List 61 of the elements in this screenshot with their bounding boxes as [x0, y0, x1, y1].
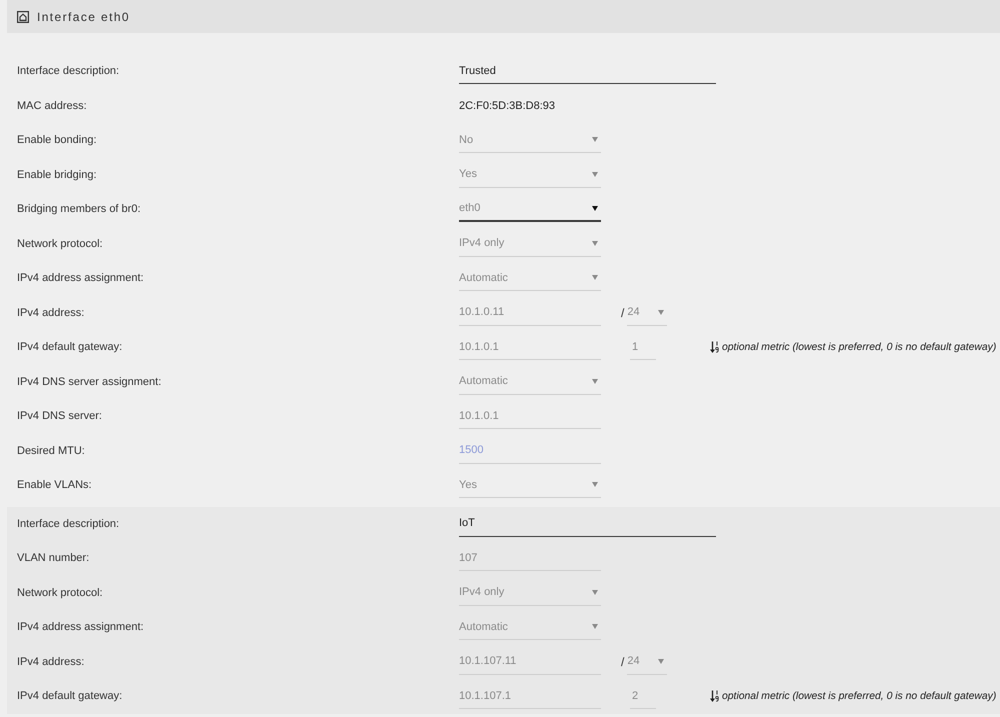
sort-numeric-icon	[710, 690, 719, 702]
prefix-dropdown[interactable]: 24	[627, 648, 668, 675]
input-field[interactable]: 10.1.0.1	[459, 334, 601, 360]
prefix-dropdown[interactable]: 24	[627, 300, 668, 326]
hint-text: optional metric (lowest is preferred, 0 is no default gateway)	[722, 342, 996, 353]
field-label: IPv4 address assignment:	[17, 621, 145, 634]
panel-title: Interface eth0	[37, 10, 130, 24]
dropdown[interactable]: IPv4 only	[459, 230, 601, 257]
input-field[interactable]: 10.1.0.11	[459, 300, 601, 326]
input-field[interactable]: 10.1.0.1	[459, 403, 601, 430]
field-label: Interface description:	[17, 65, 120, 78]
dropdown[interactable]: No	[459, 127, 601, 154]
metric-input[interactable]: 2	[630, 683, 656, 710]
field-label: Enable bonding:	[17, 134, 98, 146]
caret-icon	[658, 658, 664, 664]
dropdown[interactable]: Automatic	[459, 614, 601, 640]
dropdown[interactable]: Yes	[459, 162, 601, 188]
field-label: IPv4 address:	[17, 306, 86, 319]
text-input[interactable]: Trusted	[459, 58, 716, 84]
field-label: VLAN number:	[17, 552, 90, 564]
separator-text: /	[621, 654, 624, 669]
field-label: Enable bridging:	[17, 168, 98, 181]
sort-numeric-icon	[710, 341, 719, 354]
caret-icon	[592, 624, 598, 630]
dropdown[interactable]: Yes	[459, 472, 601, 498]
caret-icon	[592, 378, 598, 384]
ethernet-port-icon	[17, 10, 29, 22]
dropdown[interactable]: eth0	[459, 196, 601, 222]
separator-text: /	[621, 306, 624, 320]
input-field[interactable]: 10.1.107.1	[459, 683, 601, 710]
field-label: Interface description:	[17, 518, 120, 530]
field-label: IPv4 address assignment:	[17, 272, 145, 284]
field-label: Network protocol:	[17, 238, 104, 250]
field-label: Enable VLANs:	[17, 479, 93, 492]
caret-icon	[592, 172, 598, 177]
input-field[interactable]: 107	[459, 545, 601, 572]
hint-text: optional metric (lowest is preferred, 0 is no default gateway)	[722, 690, 996, 702]
value-text: 2C:F0:5D:3B:D8:93	[459, 100, 555, 112]
field-label: Bridging members of br0:	[17, 203, 142, 216]
caret-icon	[592, 137, 598, 142]
caret-icon	[592, 590, 598, 595]
field-label: Network protocol:	[17, 586, 104, 599]
field-label: IPv4 DNS server assignment:	[17, 376, 162, 388]
field-label: IPv4 DNS server:	[17, 410, 103, 422]
dropdown[interactable]: Automatic	[459, 368, 601, 395]
dropdown[interactable]: Automatic	[459, 265, 601, 292]
dropdown[interactable]: IPv4 only	[459, 580, 601, 606]
caret-icon	[592, 482, 598, 488]
field-label: IPv4 default gateway:	[17, 690, 124, 702]
caret-icon	[592, 206, 598, 211]
caret-icon	[658, 310, 664, 315]
caret-icon	[592, 275, 598, 280]
field-label: IPv4 default gateway:	[17, 341, 124, 354]
field-label: MAC address:	[17, 100, 88, 112]
field-label: Desired MTU:	[17, 444, 86, 457]
input-field[interactable]: 1500	[459, 438, 601, 464]
metric-input[interactable]: 1	[630, 334, 656, 360]
text-input[interactable]: IoT	[459, 510, 716, 537]
field-label: IPv4 address:	[17, 656, 86, 668]
caret-icon	[592, 240, 598, 246]
input-field[interactable]: 10.1.107.11	[459, 648, 601, 675]
